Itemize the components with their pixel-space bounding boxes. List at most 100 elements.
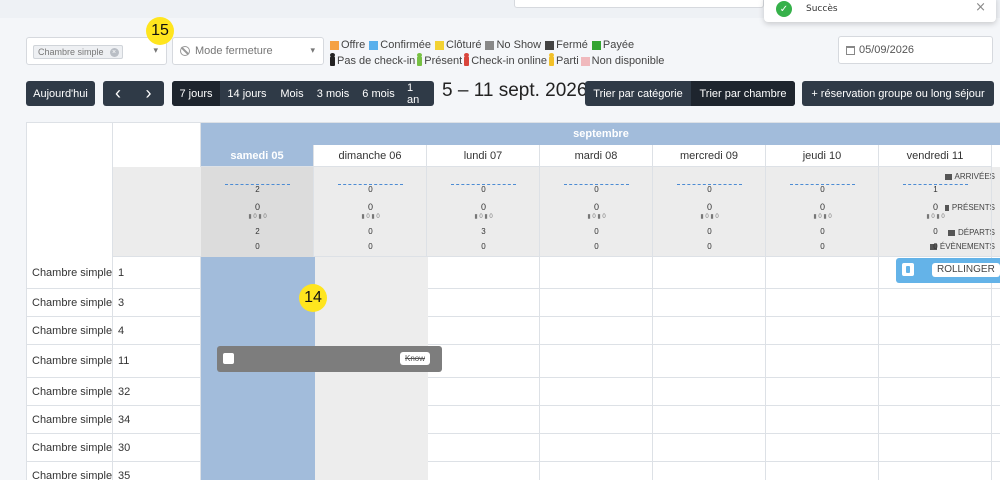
day-cell[interactable] — [540, 317, 653, 344]
sort-option[interactable]: Trier par chambre — [691, 81, 795, 106]
day-cell[interactable] — [766, 257, 879, 288]
day-cell[interactable] — [879, 406, 992, 433]
events-count: 0 — [368, 242, 373, 251]
day-cell[interactable] — [766, 317, 879, 344]
day-cell[interactable] — [653, 462, 766, 480]
sort-toggle: Trier par catégorie Trier par chambre — [585, 81, 795, 106]
day-header[interactable]: jeudi 10 — [766, 145, 879, 167]
day-header[interactable]: samedi 05 — [201, 145, 314, 167]
range-option[interactable]: 7 jours — [172, 81, 220, 106]
date-picker-input[interactable]: 05/09/2026 — [838, 36, 993, 64]
day-cell[interactable] — [766, 434, 879, 461]
room-number-label: 11 — [113, 345, 201, 377]
day-header[interactable]: lundi 07 — [427, 145, 540, 167]
person-icon: ▮ — [587, 214, 591, 220]
day-cell[interactable] — [653, 406, 766, 433]
legend-item: Parti — [549, 53, 579, 69]
top-search-box[interactable] — [514, 0, 764, 8]
day-cell[interactable] — [540, 406, 653, 433]
day-cell[interactable] — [540, 434, 653, 461]
range-option[interactable]: 1 an — [401, 81, 434, 106]
day-cell[interactable] — [879, 462, 992, 480]
day-cell[interactable] — [766, 406, 879, 433]
day-cell[interactable] — [653, 434, 766, 461]
person-icon: ▮ — [710, 214, 714, 220]
departures-count: 0 — [933, 227, 938, 236]
range-option[interactable]: 3 mois — [310, 81, 356, 106]
day-cell[interactable] — [879, 434, 992, 461]
reservation-bar-grey[interactable]: Know — [217, 346, 442, 372]
day-cell[interactable] — [427, 378, 540, 405]
day-header[interactable]: mercredi 09 — [653, 145, 766, 167]
day-cell[interactable] — [427, 462, 540, 480]
day-cell[interactable] — [879, 345, 992, 377]
day-cell[interactable] — [427, 317, 540, 344]
sort-option[interactable]: Trier par catégorie — [585, 81, 691, 106]
day-cell[interactable] — [653, 289, 766, 316]
legend-item: Payée — [591, 37, 634, 53]
range-option[interactable]: 6 mois — [356, 81, 401, 106]
legend-label: Parti — [556, 55, 579, 67]
chip-remove-icon[interactable]: × — [109, 48, 119, 57]
present-breakdown: ▮ 0 ▮ 0 — [653, 213, 766, 220]
room-row: Chambre simple 30 — [27, 434, 1000, 462]
day-cell[interactable] — [540, 378, 653, 405]
legend-item: Présent — [417, 53, 462, 69]
day-header[interactable]: mardi 08 — [540, 145, 653, 167]
day-cell[interactable] — [427, 345, 540, 377]
range-option[interactable]: 14 jours — [220, 81, 274, 106]
day-cell[interactable] — [653, 257, 766, 288]
arrivals-count: 0 — [481, 185, 486, 194]
person-icon: ▮ — [258, 214, 262, 220]
day-cell[interactable] — [540, 257, 653, 288]
reservation-checkbox[interactable] — [223, 353, 234, 364]
annotation-marker-15: 15 — [146, 17, 174, 45]
arrivals-count: 1 — [933, 185, 938, 194]
arrivals-count: 2 — [255, 185, 260, 194]
day-cell[interactable] — [766, 462, 879, 480]
day-cell[interactable] — [766, 378, 879, 405]
day-cell[interactable] — [540, 462, 653, 480]
day-cell[interactable] — [427, 434, 540, 461]
close-icon[interactable]: × — [975, 0, 986, 15]
day-cell[interactable] — [653, 378, 766, 405]
room-type-filter[interactable]: Chambre simple × ▾ — [26, 37, 167, 65]
present-sub-a: 0 — [818, 214, 822, 220]
day-cell[interactable] — [766, 289, 879, 316]
present-sub-b: 0 — [828, 214, 832, 220]
day-cell[interactable] — [540, 345, 653, 377]
reservation-bar-blue[interactable]: ROLLINGER — [896, 258, 1000, 283]
day-cell[interactable] — [427, 257, 540, 288]
legend-swatch — [435, 40, 445, 50]
day-cell[interactable] — [427, 406, 540, 433]
day-cell[interactable] — [879, 289, 992, 316]
day-cell[interactable] — [879, 378, 992, 405]
arrivals-count: 0 — [594, 185, 599, 194]
legend-label: Fermé — [556, 39, 588, 51]
present-breakdown: ▮ 0 ▮ 0 — [201, 213, 314, 220]
legend-item: No Show — [485, 37, 541, 53]
present-sub-a: 0 — [931, 214, 935, 220]
present-count: 0 — [706, 202, 712, 212]
day-cell[interactable] — [766, 345, 879, 377]
day-cell[interactable] — [427, 289, 540, 316]
day-cell[interactable] — [879, 317, 992, 344]
room-row: Chambre simple 35 — [27, 462, 1000, 480]
day-stats: 1 0 ▮ 0 ▮ 000 — [879, 167, 992, 257]
today-button[interactable]: Aujourd'hui — [26, 81, 95, 106]
day-cell[interactable] — [653, 317, 766, 344]
legend-statuses-row: Pas de check-in Présent Check-in online Par… — [330, 53, 664, 69]
day-cell[interactable] — [540, 289, 653, 316]
next-arrow-button[interactable]: › — [133, 81, 164, 106]
day-header[interactable]: dimanche 06 — [314, 145, 427, 167]
person-icon: ▮ — [813, 214, 817, 220]
legend-item: Clôturé — [435, 37, 481, 53]
departures-count: 2 — [255, 227, 260, 236]
day-header[interactable]: vendredi 11 — [879, 145, 992, 167]
group-reservation-button[interactable]: + réservation groupe ou long séjour — [802, 81, 994, 106]
range-option[interactable]: Mois — [274, 81, 310, 106]
day-cell[interactable] — [653, 345, 766, 377]
prev-arrow-button[interactable]: ‹ — [103, 81, 133, 106]
closure-mode-select[interactable]: Mode fermeture ▾ — [172, 37, 324, 65]
person-icon — [902, 263, 914, 276]
